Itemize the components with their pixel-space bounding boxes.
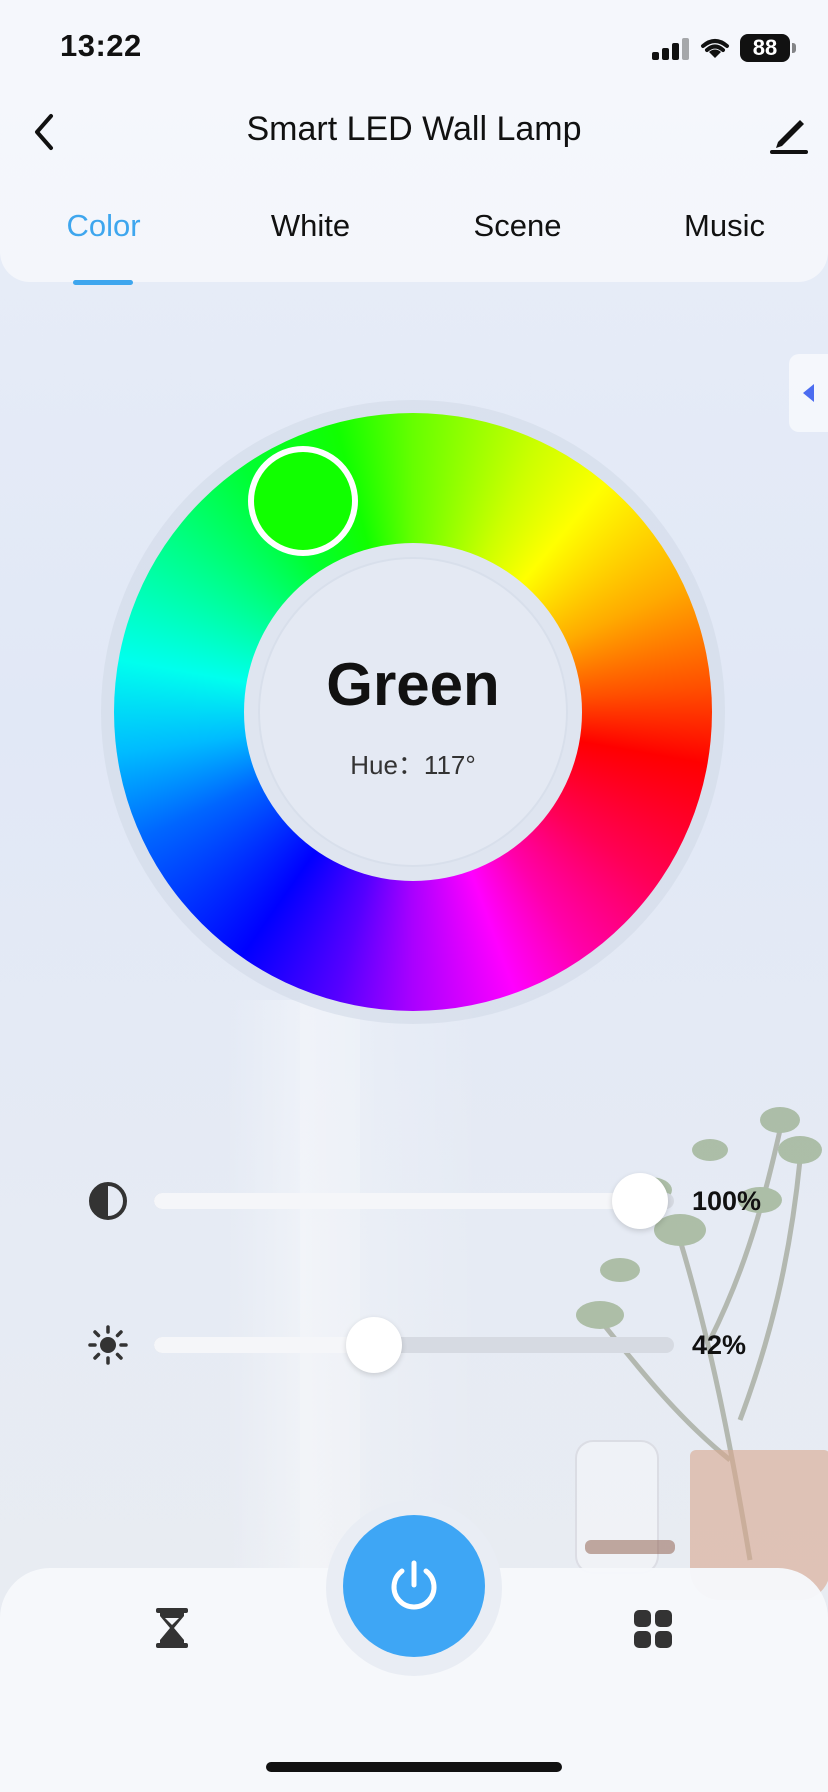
tab-scene[interactable]: Scene <box>414 208 621 244</box>
hue-readout: Hue：117° <box>258 745 568 782</box>
page-title: Smart LED Wall Lamp <box>246 110 582 148</box>
grid-icon <box>634 1610 672 1648</box>
side-drawer-toggle[interactable] <box>789 354 828 432</box>
hue-value: 117° <box>423 750 476 780</box>
contrast-icon <box>89 1182 127 1220</box>
saturation-slider-track[interactable] <box>154 1193 674 1209</box>
saturation-slider-thumb[interactable] <box>612 1173 668 1229</box>
hourglass-icon <box>156 1608 188 1648</box>
hue-label: Hue： <box>350 750 424 780</box>
tab-music[interactable]: Music <box>621 208 828 244</box>
wifi-icon <box>701 39 729 58</box>
background-jar-band <box>585 1540 675 1554</box>
status-time: 13:22 <box>60 28 142 63</box>
mode-tabs: Color White Scene Music <box>0 208 828 258</box>
tab-color[interactable]: Color <box>0 208 207 244</box>
triangle-left-icon <box>803 384 814 402</box>
brightness-slider-thumb[interactable] <box>346 1317 403 1373</box>
edit-button[interactable] <box>764 108 814 158</box>
power-button[interactable] <box>343 1515 485 1657</box>
brightness-slider-fill <box>154 1337 375 1353</box>
home-indicator <box>266 1762 562 1772</box>
timer-button[interactable] <box>150 1606 194 1650</box>
saturation-value: 100% <box>692 1186 762 1216</box>
cellular-signal-icon <box>652 38 690 60</box>
color-wheel-handle[interactable] <box>248 446 358 556</box>
battery-indicator: 88 <box>740 34 790 62</box>
brightness-slider-track[interactable] <box>154 1337 674 1353</box>
saturation-slider-fill <box>154 1193 640 1209</box>
battery-tip <box>792 43 796 53</box>
tab-white[interactable]: White <box>207 208 414 244</box>
selected-color-name: Green <box>326 651 500 718</box>
brightness-icon <box>88 1325 128 1365</box>
active-tab-indicator <box>73 280 133 285</box>
power-icon <box>391 1560 437 1610</box>
pencil-icon <box>770 120 808 154</box>
more-functions-button[interactable] <box>632 1608 674 1650</box>
brightness-value: 42% <box>692 1330 747 1360</box>
